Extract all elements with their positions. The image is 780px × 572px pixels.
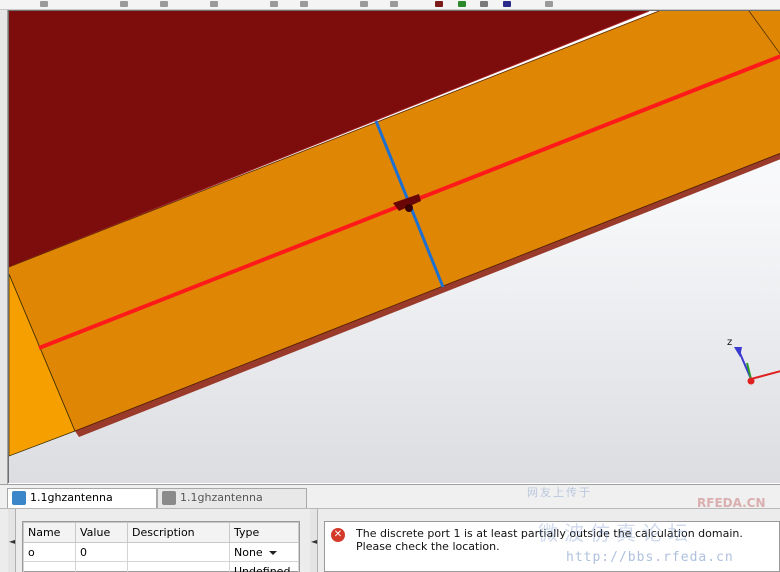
parameter-description-cell[interactable] <box>127 561 230 572</box>
toolbar-button[interactable] <box>270 1 278 7</box>
parameter-value-cell[interactable]: 0 <box>75 542 128 562</box>
tab-schematic[interactable]: 1.1ghzantenna <box>157 488 307 508</box>
model-drawing: z <box>9 11 780 457</box>
message-window: ✕ The discrete port 1 is at least partia… <box>324 521 780 572</box>
parameter-name-cell[interactable]: o <box>23 542 76 562</box>
toolbar-button[interactable] <box>210 1 218 7</box>
error-message[interactable]: The discrete port 1 is at least partiall… <box>356 527 771 553</box>
parameter-name-cell[interactable] <box>23 561 76 572</box>
axis-x-line <box>750 370 780 380</box>
axis-z-label: z <box>727 337 732 348</box>
parameter-panel-splitter[interactable]: ◄ <box>8 509 16 572</box>
toolbar-button[interactable] <box>160 1 168 7</box>
parameter-header-row: Name Value Description Type <box>23 522 299 543</box>
document-tab-bar: 1.1ghzantenna 1.1ghzantenna <box>0 484 780 509</box>
parameter-table: Name Value Description Type o 0 None Und… <box>23 522 299 572</box>
toolbar-button[interactable] <box>300 1 308 7</box>
toolbar-button[interactable] <box>545 1 553 7</box>
toolbar-button[interactable] <box>40 1 48 7</box>
column-header-name[interactable]: Name <box>23 522 76 543</box>
bottom-panels: ◄ Name Value Description Type o 0 None U… <box>0 509 780 572</box>
table-row[interactable]: Undefined <box>23 561 299 572</box>
parameter-description-cell[interactable] <box>127 542 230 562</box>
schematic-icon <box>162 491 176 505</box>
column-header-value[interactable]: Value <box>75 522 128 543</box>
parameter-list: Name Value Description Type o 0 None Und… <box>22 521 300 572</box>
color-button-blue[interactable] <box>503 1 511 7</box>
toolbar-button[interactable] <box>390 1 398 7</box>
chevron-down-icon <box>268 550 277 555</box>
column-header-type[interactable]: Type <box>229 522 299 543</box>
toolbar-button[interactable] <box>120 1 128 7</box>
type-dropdown[interactable]: None <box>234 546 277 559</box>
parameter-type-cell[interactable]: Undefined <box>229 561 299 572</box>
3d-view-icon <box>12 491 26 505</box>
axis-origin <box>747 377 755 385</box>
port-marker-dot <box>405 204 413 212</box>
tab-3d-view[interactable]: 1.1ghzantenna <box>7 488 157 508</box>
color-button-red[interactable] <box>435 1 443 7</box>
toolbar <box>0 0 780 10</box>
message-panel-splitter[interactable]: ◄ <box>310 509 318 572</box>
parameter-value-cell[interactable] <box>75 561 128 572</box>
collapse-arrow-icon[interactable]: ◄ <box>9 537 15 546</box>
error-icon: ✕ <box>331 528 345 542</box>
color-button-gray[interactable] <box>480 1 488 7</box>
3d-viewport[interactable]: z <box>8 10 780 483</box>
column-header-description[interactable]: Description <box>127 522 230 543</box>
viewport-left-frame <box>0 10 8 485</box>
table-row[interactable]: o 0 None <box>23 542 299 562</box>
collapse-arrow-icon[interactable]: ◄ <box>311 537 317 546</box>
color-button-green[interactable] <box>458 1 466 7</box>
type-dropdown-value: None <box>234 545 263 559</box>
tab-label: 1.1ghzantenna <box>30 491 113 504</box>
tab-label: 1.1ghzantenna <box>180 491 263 504</box>
parameter-type-cell[interactable]: None <box>229 542 299 562</box>
toolbar-button[interactable] <box>360 1 368 7</box>
